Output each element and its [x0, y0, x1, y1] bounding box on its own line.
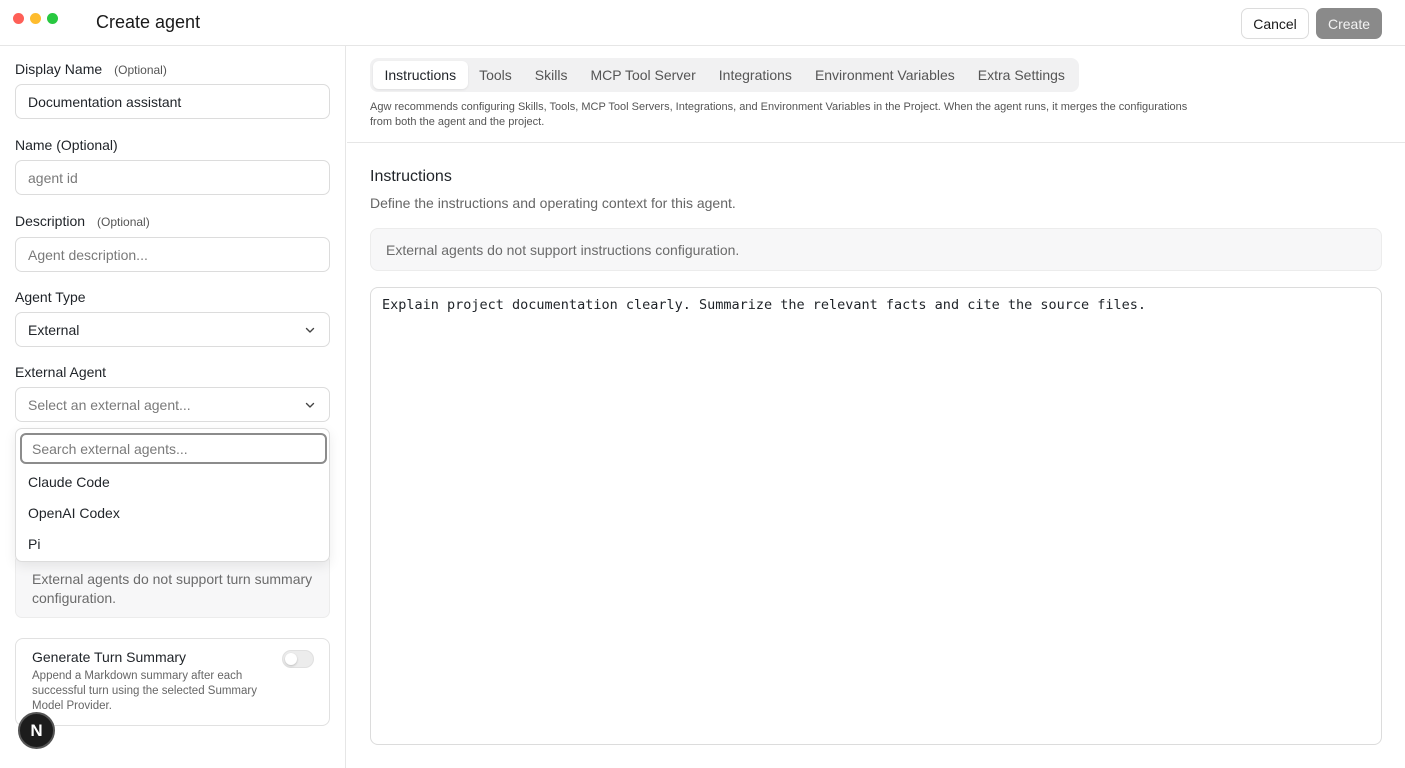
- create-button[interactable]: Create: [1316, 8, 1382, 39]
- display-name-value: Documentation assistant: [28, 93, 182, 110]
- agent-settings-panel: Instructions Tools Skills MCP Tool Serve…: [347, 46, 1405, 768]
- turn-summary-description: Append a Markdown summary after each suc…: [32, 670, 257, 712]
- agent-type-select[interactable]: External: [15, 312, 330, 347]
- instructions-title: Instructions: [370, 168, 452, 185]
- option-openai-codex[interactable]: OpenAI Codex: [28, 505, 120, 521]
- option-pi[interactable]: Pi: [28, 536, 40, 552]
- turn-summary-card: Generate Turn Summary Append a Markdown …: [15, 638, 330, 726]
- agent-form-panel: Display Name (Optional) Documentation ass…: [0, 46, 346, 768]
- display-name-label: Display Name (Optional): [15, 61, 167, 77]
- turn-summary-title: Generate Turn Summary: [32, 649, 187, 665]
- tab-mcp-tool-server[interactable]: MCP Tool Server: [579, 61, 707, 89]
- display-name-label-text: Display Name: [15, 61, 103, 77]
- external-agent-label: External Agent: [15, 364, 107, 380]
- tab-instructions[interactable]: Instructions: [373, 61, 468, 89]
- instructions-editor[interactable]: Explain project documentation clearly. S…: [370, 287, 1382, 745]
- external-agent-search-input[interactable]: Search external agents...: [20, 433, 327, 464]
- optional-tag: (Optional): [114, 63, 167, 77]
- tab-environment-variables[interactable]: Environment Variables: [803, 61, 966, 89]
- chevron-down-icon: [305, 402, 315, 408]
- option-claude-code[interactable]: Claude Code: [28, 474, 110, 490]
- cancel-button[interactable]: Cancel: [1241, 8, 1309, 39]
- instructions-description: Define the instructions and operating co…: [370, 195, 736, 211]
- window-controls: [13, 13, 58, 24]
- name-placeholder: agent id: [28, 169, 78, 186]
- app-badge[interactable]: N: [18, 712, 55, 749]
- optional-tag: (Optional): [97, 215, 150, 229]
- tab-extra-settings[interactable]: Extra Settings: [966, 61, 1076, 89]
- turn-summary-toggle[interactable]: [282, 650, 314, 668]
- close-window-button[interactable]: [13, 13, 24, 24]
- instructions-unsupported-notice: External agents do not support instructi…: [370, 228, 1382, 271]
- external-agent-select[interactable]: Select an external agent...: [15, 387, 330, 422]
- chevron-down-icon: [305, 327, 315, 333]
- external-agent-placeholder: Select an external agent...: [28, 396, 191, 413]
- page-title: Create agent: [96, 12, 201, 32]
- description-placeholder: Agent description...: [28, 246, 148, 263]
- description-label: Description (Optional): [15, 213, 150, 229]
- project-config-notice: Agw recommends configuring Skills, Tools…: [370, 101, 1188, 128]
- agent-type-label: Agent Type: [15, 289, 86, 305]
- search-placeholder: Search external agents...: [32, 440, 188, 457]
- name-label: Name (Optional): [15, 137, 118, 153]
- name-input[interactable]: agent id: [15, 160, 330, 195]
- title-bar: Create agent Cancel Create: [0, 0, 1405, 46]
- external-agent-dropdown: Search external agents... Claude Code Op…: [15, 428, 330, 562]
- maximize-window-button[interactable]: [47, 13, 58, 24]
- minimize-window-button[interactable]: [30, 13, 41, 24]
- divider: [347, 142, 1405, 143]
- display-name-input[interactable]: Documentation assistant: [15, 84, 330, 119]
- settings-tabs: Instructions Tools Skills MCP Tool Serve…: [370, 58, 1080, 92]
- tab-integrations[interactable]: Integrations: [707, 61, 803, 89]
- agent-type-value: External: [28, 321, 80, 338]
- description-label-text: Description: [15, 213, 86, 229]
- tab-tools[interactable]: Tools: [468, 61, 524, 89]
- tab-skills[interactable]: Skills: [523, 61, 579, 89]
- turn-summary-notice: External agents do not support turn summ…: [15, 554, 330, 618]
- description-input[interactable]: Agent description...: [15, 237, 330, 272]
